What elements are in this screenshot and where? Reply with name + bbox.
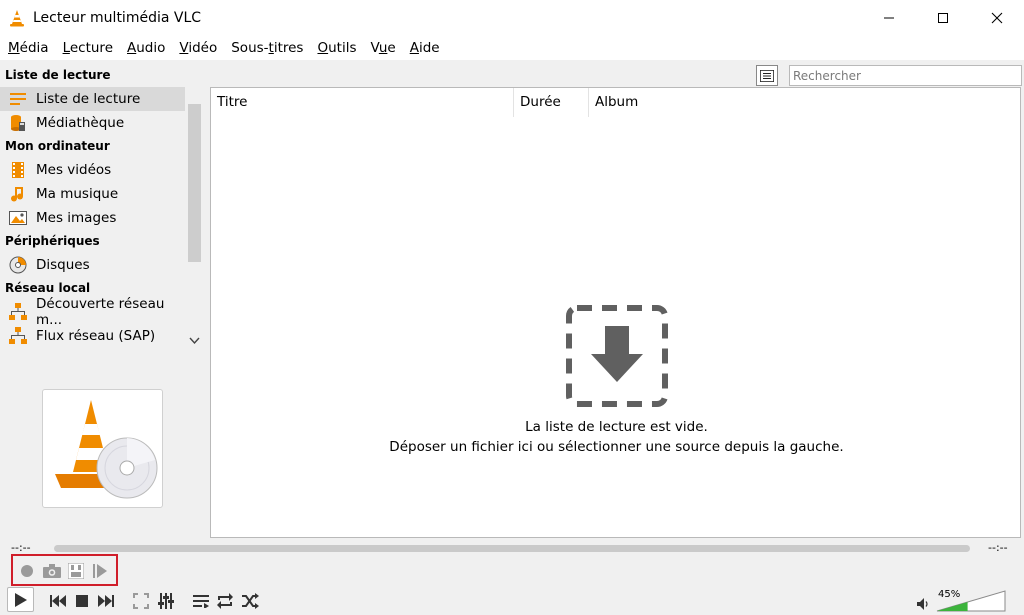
sidebar-item-label: Mes vidéos — [36, 162, 112, 178]
play-button[interactable] — [7, 587, 34, 612]
remaining-time[interactable]: --:-- — [988, 541, 1008, 554]
camera-icon — [42, 563, 61, 578]
shuffle-icon — [241, 592, 259, 609]
toggle-playlist-button[interactable] — [189, 589, 212, 612]
column-header-title[interactable]: Titre — [211, 88, 514, 117]
loop-ab-button[interactable] — [64, 559, 87, 582]
window-title: Lecteur multimédia VLC — [33, 10, 202, 26]
menu-video[interactable]: Vidéo — [179, 40, 217, 56]
playlist-toggle-icon — [192, 594, 209, 608]
maximize-button[interactable] — [916, 0, 970, 36]
column-header-album[interactable]: Album — [589, 88, 1021, 117]
menu-vue[interactable]: Vue — [371, 40, 396, 56]
playlist-view-toggle-button[interactable] — [756, 65, 778, 86]
ab-loop-icon — [67, 562, 84, 579]
album-art — [42, 389, 163, 508]
column-header-duration[interactable]: Durée — [514, 88, 589, 117]
shuffle-button[interactable] — [238, 589, 261, 612]
repeat-icon — [216, 592, 233, 609]
empty-playlist-hint: Déposer un fichier ici ou sélectionner u… — [389, 439, 844, 455]
menu-audio[interactable]: Audio — [127, 40, 165, 56]
sidebar-header-playlist: Liste de lecture — [5, 68, 111, 82]
elapsed-time: --:-- — [11, 541, 31, 554]
sidebar-item-label: Flux réseau (SAP) — [36, 328, 156, 344]
chevron-down-icon[interactable] — [189, 337, 200, 345]
previous-button[interactable] — [46, 589, 69, 612]
loop-button[interactable] — [213, 589, 236, 612]
menu-bar: Média Lecture Audio Vidéo Sous-titres Ou… — [0, 36, 1024, 60]
frame-by-frame-button[interactable] — [88, 559, 111, 582]
record-icon — [20, 564, 33, 577]
close-icon — [991, 12, 1003, 24]
list-view-icon — [760, 69, 774, 82]
playlist-panel[interactable]: Titre Durée Album La liste de lecture es… — [210, 87, 1021, 538]
menu-lecture[interactable]: Lecture — [63, 40, 113, 56]
sidebar-item-label: Disques — [36, 257, 90, 273]
menu-sous-titres[interactable]: Sous-titres — [231, 40, 303, 56]
sidebar-scroll-thumb[interactable] — [188, 104, 201, 262]
search-input[interactable] — [789, 65, 1022, 86]
sidebar-item-library[interactable]: Médiathèque — [0, 111, 185, 135]
sidebar-item-label: Découverte réseau m... — [36, 296, 165, 328]
fullscreen-icon — [132, 592, 149, 609]
sidebar-item-label: Liste de lecture — [36, 91, 141, 107]
library-icon — [9, 114, 27, 132]
sidebar-item-videos[interactable]: Mes vidéos — [0, 158, 185, 182]
equalizer-icon — [157, 592, 174, 609]
sidebar-item-playlist[interactable]: Liste de lecture — [0, 87, 185, 111]
sidebar-header-devices: Périphériques — [5, 234, 100, 248]
frame-step-icon — [92, 563, 107, 578]
sidebar-header-computer: Mon ordinateur — [5, 139, 110, 153]
vlc-cone-icon — [10, 10, 24, 27]
music-note-icon — [9, 185, 27, 203]
drop-file-icon — [566, 305, 668, 407]
sidebar-item-music[interactable]: Ma musique — [0, 182, 185, 206]
network-icon — [9, 327, 27, 345]
minimize-icon — [884, 17, 894, 19]
disc-icon — [9, 256, 27, 274]
record-button[interactable] — [15, 559, 38, 582]
window-controls — [862, 0, 1024, 36]
next-button[interactable] — [94, 589, 117, 612]
network-icon — [9, 303, 27, 321]
film-icon — [9, 161, 27, 179]
previous-icon — [49, 594, 66, 607]
vlc-window: Lecteur multimédia VLC Média Lecture Aud… — [0, 0, 1024, 615]
sidebar-item-network-discovery[interactable]: Découverte réseau m... — [0, 296, 185, 328]
playlist-icon — [9, 90, 27, 108]
sidebar-item-label: Médiathèque — [36, 115, 125, 131]
next-icon — [97, 594, 114, 607]
maximize-icon — [938, 13, 948, 23]
extended-settings-button[interactable] — [154, 589, 177, 612]
menu-aide[interactable]: Aide — [410, 40, 440, 56]
stop-icon — [75, 594, 88, 607]
play-icon — [14, 592, 27, 607]
sidebar-item-images[interactable]: Mes images — [0, 206, 185, 230]
empty-playlist-message: La liste de lecture est vide. — [525, 419, 708, 435]
snapshot-button[interactable] — [40, 559, 63, 582]
minimize-button[interactable] — [862, 0, 916, 36]
seek-slider[interactable] — [54, 545, 970, 552]
picture-icon — [9, 209, 27, 227]
menu-media[interactable]: Média — [8, 40, 49, 56]
volume-slider[interactable] — [936, 590, 1006, 612]
sidebar-item-discs[interactable]: Disques — [0, 253, 185, 277]
close-button[interactable] — [970, 0, 1024, 36]
sidebar: Liste de lecture Liste de lecture Médiat… — [0, 64, 205, 354]
vlc-cone-disc-icon — [55, 400, 158, 499]
fullscreen-button[interactable] — [129, 589, 152, 612]
sidebar-scrollbar[interactable] — [186, 88, 203, 351]
speaker-icon[interactable] — [916, 597, 930, 611]
title-bar: Lecteur multimédia VLC — [0, 0, 1024, 36]
menu-outils[interactable]: Outils — [317, 40, 356, 56]
sidebar-item-label: Mes images — [36, 210, 117, 226]
sidebar-item-label: Ma musique — [36, 186, 119, 202]
stop-button[interactable] — [70, 589, 93, 612]
